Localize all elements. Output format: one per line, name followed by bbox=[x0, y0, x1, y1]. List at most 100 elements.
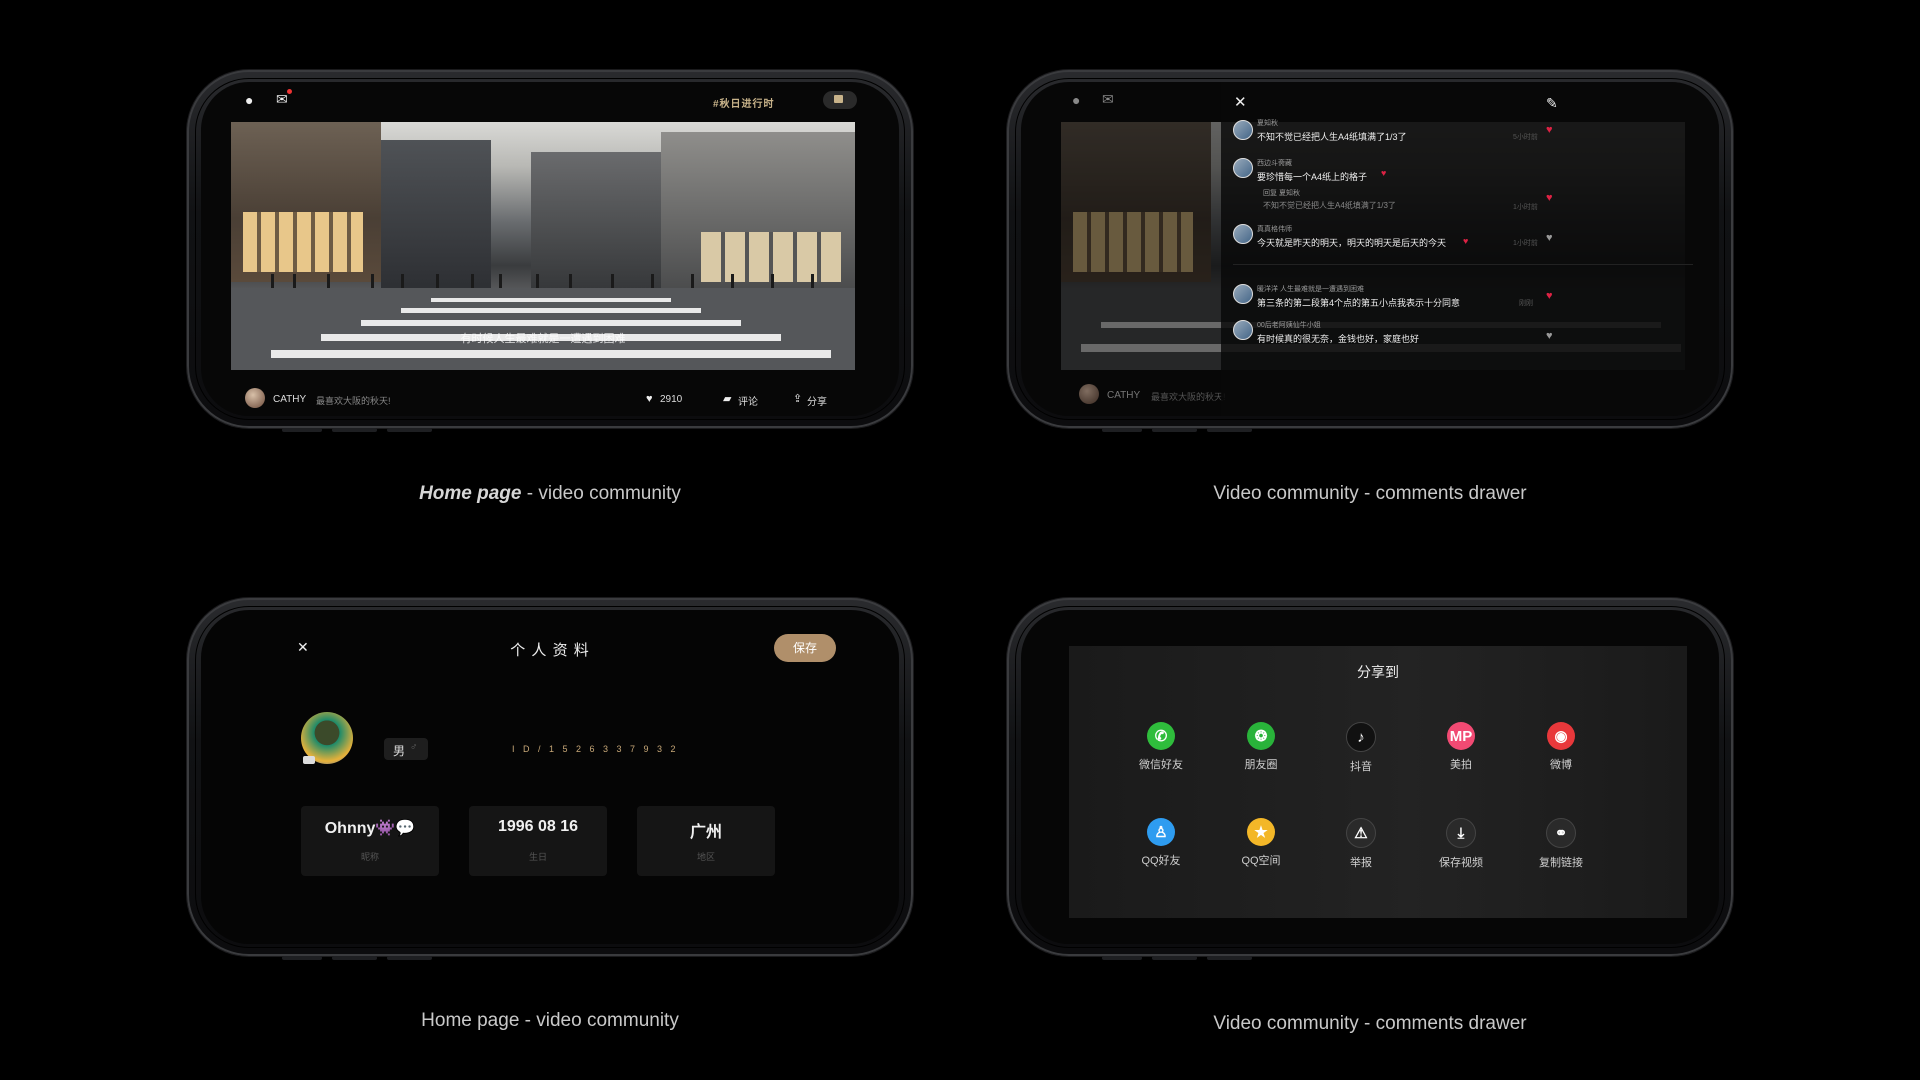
download-icon: ⤓ bbox=[1446, 818, 1476, 848]
mail-icon[interactable]: ✉ bbox=[1102, 92, 1114, 106]
share-label[interactable]: 分享 bbox=[807, 393, 827, 408]
heart-icon[interactable]: ♥ bbox=[1546, 290, 1553, 302]
avatar[interactable] bbox=[1079, 384, 1099, 404]
reply-text: 不知不觉已经把人生A4纸填满了1/3了 bbox=[1263, 201, 1396, 210]
comment-avatar[interactable] bbox=[1233, 158, 1253, 178]
comments-drawer: ✕ ✎ 夏知秋 不知不觉已经把人生A4纸填满了1/3了 5小时前 ♥ 西边斗斋藏… bbox=[1221, 82, 1719, 416]
comment-avatar[interactable] bbox=[1233, 320, 1253, 340]
user-id: I D / 1 5 2 6 3 3 7 9 3 2 bbox=[512, 744, 679, 754]
share-option[interactable]: ◉ 微博 bbox=[1526, 722, 1596, 772]
side-button bbox=[1102, 428, 1142, 432]
divider bbox=[1233, 264, 1693, 265]
comment-avatar[interactable] bbox=[1233, 224, 1253, 244]
heart-icon[interactable]: ♥ bbox=[1546, 232, 1553, 244]
edit-icon[interactable]: ✎ bbox=[1546, 96, 1558, 110]
side-button bbox=[282, 428, 322, 432]
share-option[interactable]: ♪ 抖音 bbox=[1326, 722, 1396, 774]
profile-screen: ✕ 个 人 资 料 保存 男 ♂ I D / 1 5 2 6 3 3 7 9 3… bbox=[201, 610, 899, 944]
share-option-label: 美拍 bbox=[1450, 759, 1472, 771]
nickname-label: 昵称 bbox=[360, 852, 379, 862]
side-button bbox=[332, 428, 377, 432]
comment-avatar[interactable] bbox=[1233, 284, 1253, 304]
phone-profile: ✕ 个 人 资 料 保存 男 ♂ I D / 1 5 2 6 3 3 7 9 3… bbox=[187, 598, 913, 960]
link-icon: ⚭ bbox=[1546, 818, 1576, 848]
comment-icon[interactable]: ▰ bbox=[723, 392, 731, 406]
share-sheet: 分享到 ✆ 微信好友 ❂ 朋友圈 ♪ 抖音 MP 美拍 ◉ 微博 ♙ QQ好友 ★ QQ空间 ⚠ 举报 ⤓ 保存… bbox=[1069, 646, 1687, 918]
comment-label[interactable]: 评论 bbox=[738, 393, 758, 408]
phone-home: ● ✉ #秋日进行时 有时候人生最难就是一遭遇到困难 CATHY 最喜欢大阪的秋… bbox=[187, 70, 913, 432]
douyin-icon: ♪ bbox=[1346, 722, 1376, 752]
camera-button[interactable] bbox=[823, 91, 857, 109]
heart-icon[interactable]: ♥ bbox=[1546, 124, 1553, 136]
comment-avatar[interactable] bbox=[1233, 120, 1253, 140]
save-button[interactable]: 保存 bbox=[774, 634, 836, 662]
nickname-card[interactable]: Ohnny👾💬 昵称 bbox=[301, 806, 439, 876]
meipai-icon: MP bbox=[1447, 722, 1475, 750]
share-option[interactable]: MP 美拍 bbox=[1426, 722, 1496, 772]
phone-comments: ● ✉ CATHY 最喜欢大阪的秋天! ✕ ✎ 夏知秋 不知不觉已经把人生A4纸… bbox=[1007, 70, 1733, 432]
gender-value: 男 bbox=[393, 744, 406, 758]
username[interactable]: CATHY bbox=[1107, 390, 1140, 401]
birthday-card[interactable]: 1996 08 16 生日 bbox=[469, 806, 607, 876]
share-option[interactable]: ⤓ 保存视频 bbox=[1426, 818, 1496, 870]
birthday-value: 1996 08 16 bbox=[497, 818, 579, 835]
region-card[interactable]: 广州 地区 bbox=[637, 806, 775, 876]
share-option-label: 举报 bbox=[1350, 857, 1372, 869]
comment-user[interactable]: 真真格伟师 bbox=[1257, 224, 1292, 234]
share-option-label: 微博 bbox=[1550, 759, 1572, 771]
report-icon: ⚠ bbox=[1346, 818, 1376, 848]
gender-selector[interactable]: 男 ♂ bbox=[384, 738, 428, 760]
video-player[interactable]: 有时候人生最难就是一遭遇到困难 bbox=[231, 122, 855, 370]
comment-user[interactable]: 暖洋洋 人生最难就是一遭遇到困难 bbox=[1257, 284, 1364, 294]
comment-time: 5小时前 bbox=[1513, 134, 1538, 141]
mail-icon[interactable]: ✉ bbox=[276, 92, 288, 106]
share-option[interactable]: ✆ 微信好友 bbox=[1126, 722, 1196, 772]
profile-icon[interactable]: ● bbox=[1072, 93, 1080, 107]
comment-user[interactable]: 00后老阿姨仙牛小姐 bbox=[1257, 320, 1321, 330]
share-option-label: 微信好友 bbox=[1139, 759, 1183, 771]
side-button bbox=[1207, 428, 1252, 432]
share-option-label: 朋友圈 bbox=[1244, 759, 1278, 771]
comment-text: 有时候真的很无奈，金钱也好，家庭也好 bbox=[1257, 334, 1420, 344]
profile-icon[interactable]: ● bbox=[245, 93, 253, 107]
comment-text: 今天就是昨天的明天，明天的明天是后天的今天 bbox=[1257, 238, 1447, 248]
reply-user[interactable]: 回复 夏知秋 bbox=[1263, 188, 1300, 198]
heart-icon[interactable]: ♥ bbox=[1463, 236, 1468, 246]
share-option[interactable]: ♙ QQ好友 bbox=[1126, 818, 1196, 868]
side-button bbox=[1152, 956, 1197, 960]
region-value: 广州 bbox=[689, 824, 722, 841]
avatar[interactable] bbox=[245, 388, 265, 408]
comment-user[interactable]: 西边斗斋藏 bbox=[1257, 158, 1292, 168]
nickname-value: Ohnny👾💬 bbox=[324, 820, 416, 837]
video-caption: 最喜欢大阪的秋天! bbox=[316, 396, 391, 406]
home-screen: ● ✉ #秋日进行时 有时候人生最难就是一遭遇到困难 CATHY 最喜欢大阪的秋… bbox=[201, 82, 899, 416]
comment-time: 刚刚 bbox=[1519, 300, 1533, 307]
share-option-label: 保存视频 bbox=[1439, 857, 1483, 869]
share-option[interactable]: ⚠ 举报 bbox=[1326, 818, 1396, 870]
heart-icon[interactable]: ♥ bbox=[1546, 192, 1553, 204]
wechat-icon: ✆ bbox=[1147, 722, 1175, 750]
share-option-label: QQ空间 bbox=[1241, 855, 1281, 867]
hashtag-label[interactable]: #秋日进行时 bbox=[713, 95, 775, 110]
camera-badge-icon[interactable] bbox=[303, 756, 315, 764]
heart-icon[interactable]: ♥ bbox=[1381, 168, 1386, 178]
heart-icon[interactable]: ♥ bbox=[646, 392, 653, 406]
building-center-right bbox=[531, 152, 661, 292]
share-option[interactable]: ⚭ 复制链接 bbox=[1526, 818, 1596, 870]
side-button bbox=[332, 956, 377, 960]
building-center bbox=[381, 140, 491, 290]
close-icon[interactable]: ✕ bbox=[1234, 95, 1247, 110]
share-icon[interactable]: ⇪ bbox=[793, 392, 802, 406]
comment-user[interactable]: 夏知秋 bbox=[1257, 118, 1278, 128]
like-count: 2910 bbox=[660, 394, 683, 405]
moments-icon: ❂ bbox=[1247, 722, 1275, 750]
share-option[interactable]: ★ QQ空间 bbox=[1226, 818, 1296, 868]
comments-screen: ● ✉ CATHY 最喜欢大阪的秋天! ✕ ✎ 夏知秋 不知不觉已经把人生A4纸… bbox=[1021, 82, 1719, 416]
phone-share: 分享到 ✆ 微信好友 ❂ 朋友圈 ♪ 抖音 MP 美拍 ◉ 微博 ♙ QQ好友 ★ QQ空间 ⚠ 举报 ⤓ 保存… bbox=[1007, 598, 1733, 960]
share-option[interactable]: ❂ 朋友圈 bbox=[1226, 722, 1296, 772]
username[interactable]: CATHY bbox=[273, 394, 306, 405]
heart-icon[interactable]: ♥ bbox=[1546, 330, 1553, 342]
share-screen: 分享到 ✆ 微信好友 ❂ 朋友圈 ♪ 抖音 MP 美拍 ◉ 微博 ♙ QQ好友 ★ QQ空间 ⚠ 举报 ⤓ 保存… bbox=[1021, 610, 1719, 944]
male-icon: ♂ bbox=[410, 742, 418, 753]
side-button bbox=[1207, 956, 1252, 960]
